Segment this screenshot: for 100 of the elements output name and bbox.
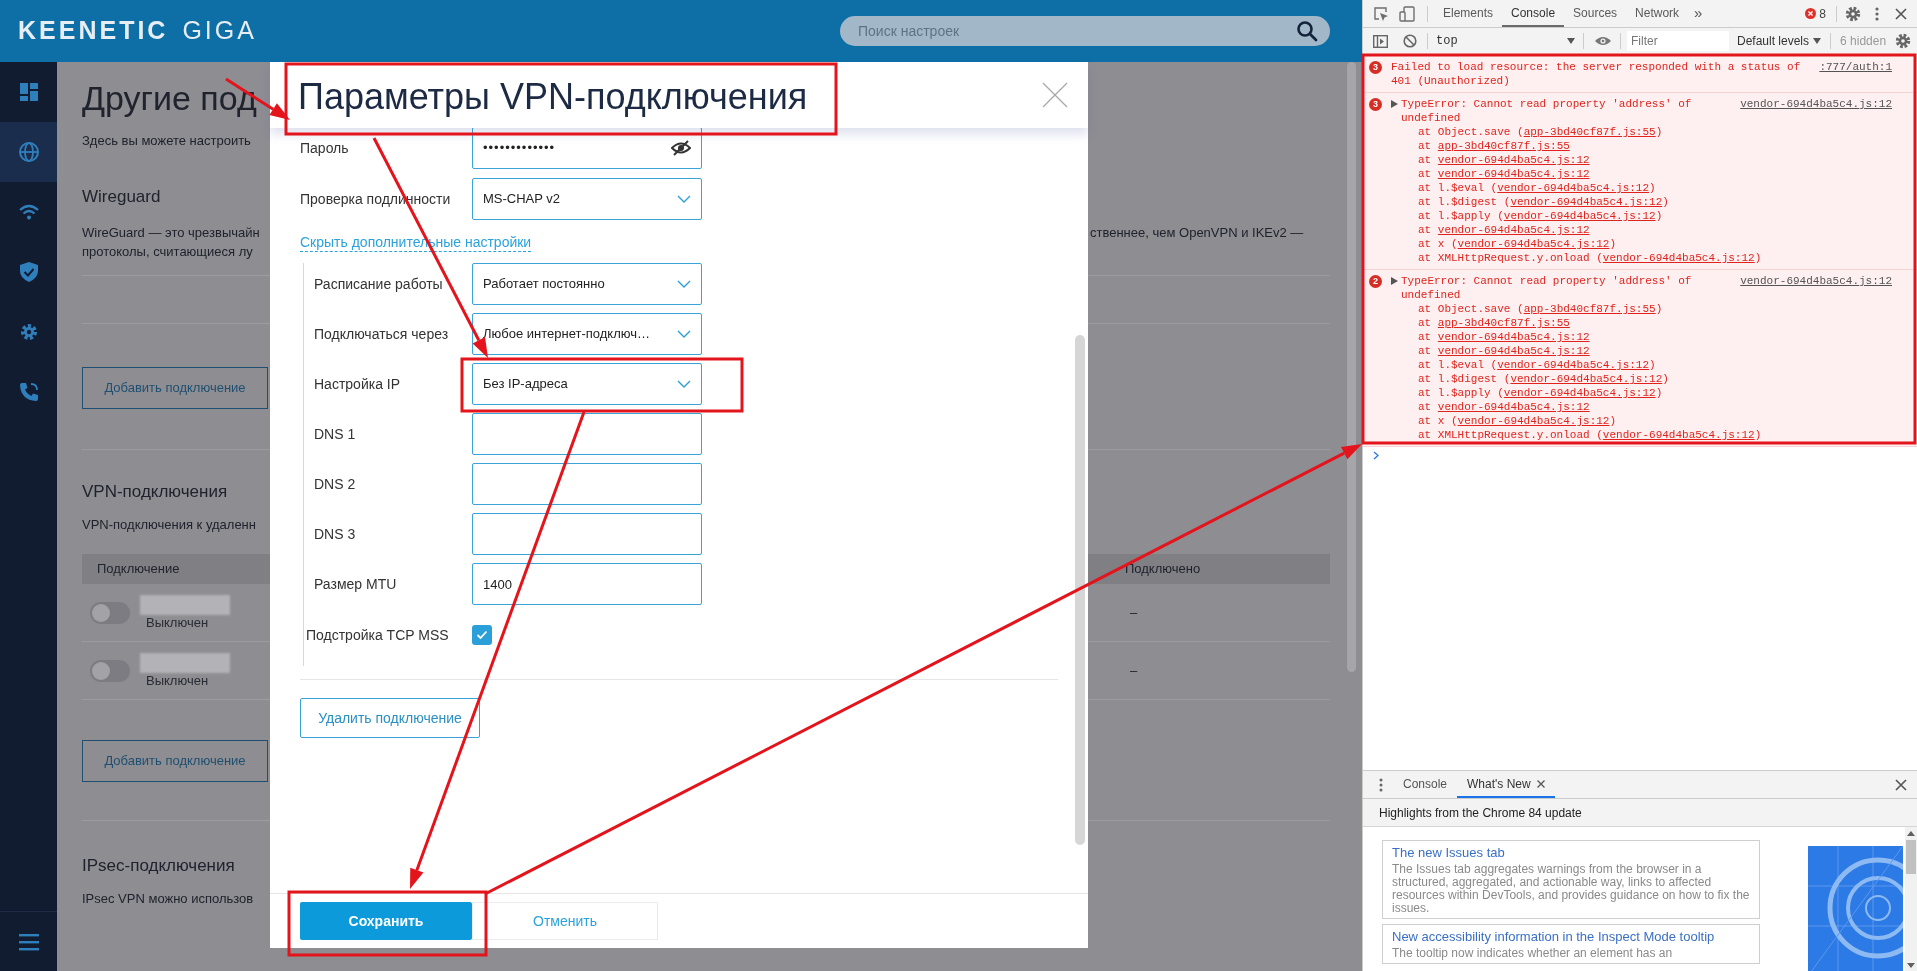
error-message: Failed to load resource: the server responded with a status of 401 (Unauthorized) [1391,60,1802,88]
source-link[interactable]: app-3bd40cf87f.js:55 [1437,317,1570,329]
device-icon[interactable] [1399,5,1415,22]
sidebar-item[interactable] [0,122,57,182]
inspect-icon[interactable] [1373,5,1389,22]
source-link[interactable]: vendor-694d4ba5c4.js:12 [1437,331,1590,343]
stack-trace-line: at Object.save (app-3bd40cf87f.js:55) [1417,125,1664,139]
settings-icon[interactable] [1895,33,1911,49]
eye-slash-icon[interactable] [671,140,691,156]
cancel-button[interactable]: Отменить [472,902,658,940]
source-link[interactable]: vendor-694d4ba5c4.js:12 [1457,415,1610,427]
source-link[interactable]: vendor-694d4ba5c4.js:12 [1497,359,1650,371]
source-link[interactable]: app-3bd40cf87f.js:55 [1437,140,1570,152]
toggle-switch[interactable] [90,601,130,624]
stack-trace-line: at vendor-694d4ba5c4.js:12 [1417,223,1591,237]
section-title: IPsec-подключения [82,855,235,877]
field-label: DNS 1 [314,424,357,444]
delete-connection-button[interactable]: Удалить подключение [300,698,480,738]
toggle-switch[interactable] [90,659,130,682]
sidebar-toggle-icon[interactable] [1373,34,1388,48]
description-text: ственнее, чем OpenVPN и IKEv2 — [1090,224,1304,242]
stack-trace-line: at l.$apply (vendor-694d4ba5c4.js:12) [1417,209,1664,223]
brand-logo: KEENETIC [18,15,169,47]
more-options-icon[interactable] [1379,777,1383,792]
error-count[interactable]: 8 [1819,4,1826,23]
devtools-tab[interactable]: Sources [1564,0,1627,27]
error-icon[interactable] [1805,8,1817,19]
source-link[interactable]: vendor-694d4ba5c4.js:12 [1602,429,1755,441]
source-link[interactable]: vendor-694d4ba5c4.js:12 [1457,238,1610,250]
clear-console-icon[interactable] [1403,34,1417,48]
menu-icon[interactable] [18,932,39,951]
save-button[interactable]: Сохранить [300,902,472,940]
filter-field[interactable]: Filter [1627,31,1729,51]
source-link[interactable]: vendor-694d4ba5c4.js:12 [1510,373,1663,385]
more-options-icon[interactable] [1875,5,1879,22]
prompt-chevron-icon[interactable] [1373,451,1379,460]
stack-trace-line: at vendor-694d4ba5c4.js:12 [1417,330,1591,344]
expand-triangle-icon[interactable] [1391,100,1398,108]
scrollbar-thumb[interactable] [1347,62,1356,672]
stack-trace-line: at app-3bd40cf87f.js:55 [1417,316,1571,330]
source-link[interactable]: vendor-694d4ba5c4.js:12 [1437,154,1590,166]
table-cell-text: – [1130,603,1138,622]
source-link[interactable]: vendor-694d4ba5c4.js:12 [1740,97,1892,111]
checkbox[interactable] [472,625,492,645]
section-description: IPsec VPN можно использов [82,890,254,908]
input-field[interactable] [472,413,702,455]
column-header: Подключение [97,560,180,579]
settings-icon[interactable] [1845,5,1861,22]
scrollbar-thumb[interactable] [1906,840,1916,874]
news-card[interactable] [1382,840,1760,919]
field-label: Настройка IP [314,374,402,394]
more-tabs-button[interactable]: » [1694,2,1703,25]
close-icon[interactable] [1895,778,1907,791]
log-levels-dropdown[interactable]: Default levels [1737,32,1822,50]
globe-icon [17,141,40,163]
source-link[interactable]: vendor-694d4ba5c4.js:12 [1437,401,1590,413]
source-link[interactable]: vendor-694d4ba5c4.js:12 [1602,252,1755,264]
stack-trace-line: at l.$digest (vendor-694d4ba5c4.js:12) [1417,372,1670,386]
source-link[interactable]: vendor-694d4ba5c4.js:12 [1437,345,1590,357]
source-link[interactable]: vendor-694d4ba5c4.js:12 [1497,182,1650,194]
scroll-up-icon[interactable] [1907,831,1915,836]
dropdown[interactable]: MS-CHAP v2 [472,178,702,220]
dropdown[interactable]: Любое интернет-подключ… [472,313,702,355]
devtools-tab[interactable]: Elements [1434,0,1503,27]
news-card[interactable]: New accessibility information in the Inspect Mode tooltip The tooltip now indicates whether an element has an [1382,924,1760,964]
close-icon[interactable] [1536,779,1545,788]
source-link[interactable]: vendor-694d4ba5c4.js:12 [1510,196,1663,208]
password-field[interactable]: ••••••••••••• [472,127,702,169]
context-dropdown[interactable]: top [1428,28,1583,54]
source-link[interactable]: app-3bd40cf87f.js:55 [1523,126,1656,138]
source-link[interactable]: vendor-694d4ba5c4.js:12 [1740,274,1892,288]
source-link[interactable]: vendor-694d4ba5c4.js:12 [1503,210,1656,222]
search-field[interactable]: Поиск настроек [840,16,1330,46]
expand-triangle-icon[interactable] [1391,277,1398,285]
dropdown[interactable]: Без IP-адреса [472,363,702,405]
input-field[interactable] [472,513,702,555]
source-link[interactable]: vendor-694d4ba5c4.js:12 [1437,224,1590,236]
card-title: The new Issues tab [1392,844,1506,861]
scroll-down-icon[interactable] [1907,963,1915,968]
search-icon[interactable] [1296,20,1318,42]
stack-trace-line: at l.$eval (vendor-694d4ba5c4.js:12) [1417,358,1657,372]
stack-trace-line: at app-3bd40cf87f.js:55 [1417,139,1571,153]
dropdown-triangle-icon [1813,38,1822,44]
eye-icon[interactable] [1594,35,1612,47]
source-link[interactable]: vendor-694d4ba5c4.js:12 [1503,387,1656,399]
drawer-tab[interactable]: Console [1393,771,1458,798]
add-connection-button[interactable]: Добавить подключение [82,740,268,782]
input-field[interactable]: 1400 [472,563,702,605]
source-link[interactable]: :777/auth:1 [1819,60,1892,74]
scrollbar-thumb[interactable] [1075,335,1085,845]
close-icon[interactable] [1895,7,1907,20]
devtools-tab[interactable]: Network [1626,0,1689,27]
chevron-down-icon [677,330,691,338]
dropdown[interactable]: Работает постоянно [472,263,702,305]
input-field[interactable] [472,463,702,505]
source-link[interactable]: app-3bd40cf87f.js:55 [1523,303,1656,315]
add-connection-button[interactable]: Добавить подключение [82,367,268,409]
source-link[interactable]: vendor-694d4ba5c4.js:12 [1437,168,1590,180]
scrollbar[interactable] [1905,827,1917,971]
stack-trace-line: at XMLHttpRequest.y.onload (vendor-694d4ba5c4.js:12) [1417,251,1763,265]
